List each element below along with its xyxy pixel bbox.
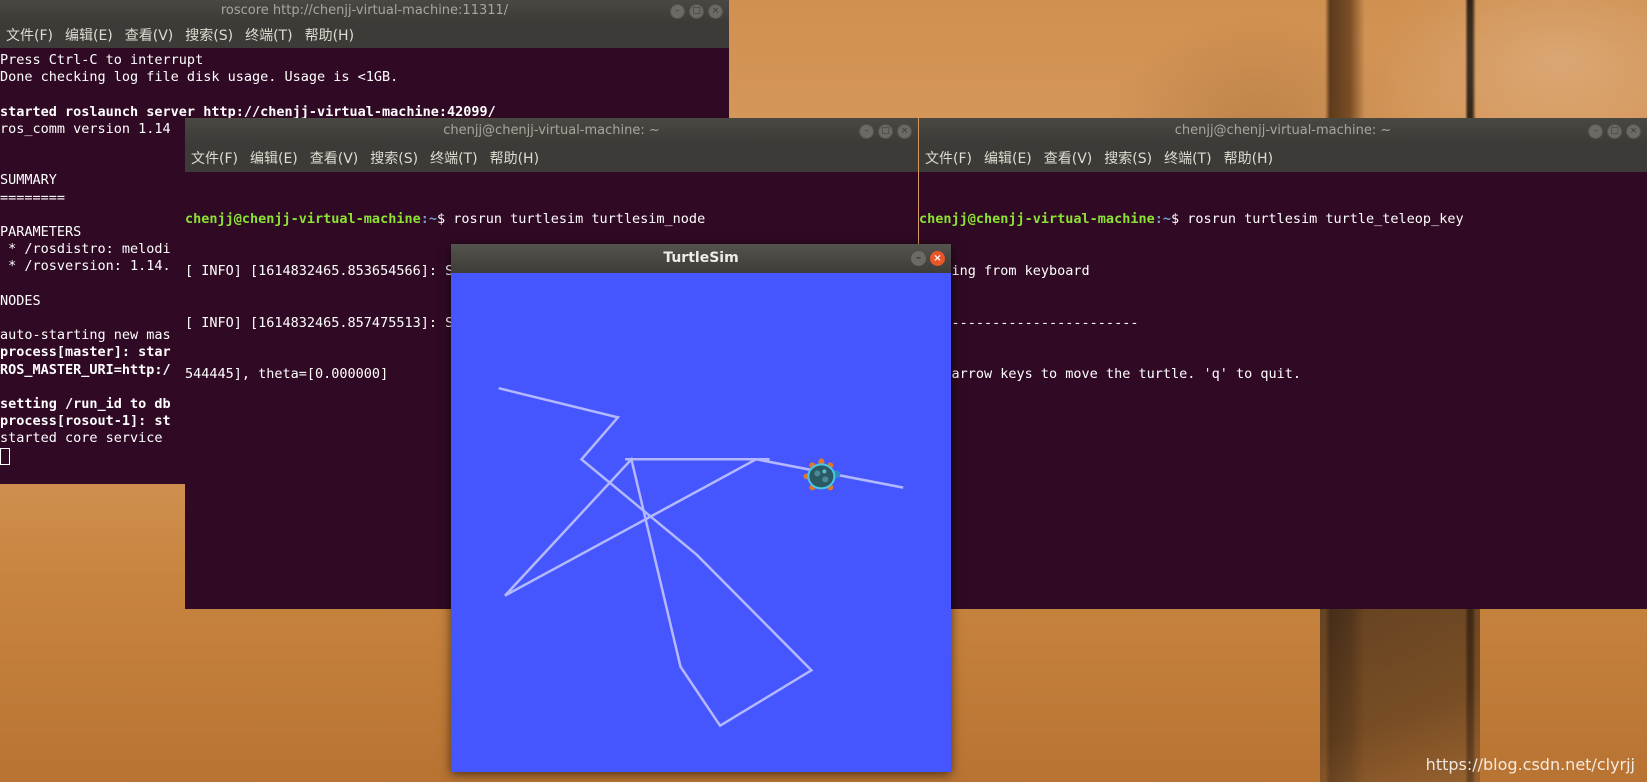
node-menubar: 文件(F) 编辑(E) 查看(V) 搜索(S) 终端(T) 帮助(H) [185, 144, 918, 172]
close-button[interactable]: × [897, 124, 912, 139]
output-line: Use arrow keys to move the turtle. 'q' t… [919, 366, 1302, 383]
node-titlebar[interactable]: chenjj@chenjj-virtual-machine: ~ – □ × [185, 118, 918, 144]
menu-item[interactable]: 文件(F) [0, 25, 59, 45]
maximize-button[interactable]: □ [878, 124, 893, 139]
menu-item[interactable]: 搜索(S) [179, 25, 239, 45]
output-line: --------------------------- [919, 314, 1139, 331]
turtlesim-titlebar[interactable]: TurtleSim – × [451, 244, 951, 273]
menu-item[interactable]: 帮助(H) [484, 148, 545, 168]
menu-item[interactable]: 查看(V) [304, 148, 365, 168]
command-text: rosrun turtlesim turtlesim_node [453, 211, 706, 228]
minimize-button[interactable]: – [1588, 124, 1603, 139]
menu-item[interactable]: 终端(T) [1158, 148, 1217, 168]
menu-item[interactable]: 查看(V) [1038, 148, 1099, 168]
roscore-titlebar[interactable]: roscore http://chenjj-virtual-machine:11… [0, 0, 729, 22]
window-title: chenjj@chenjj-virtual-machine: ~ [1174, 123, 1392, 138]
menu-item[interactable]: 搜索(S) [1098, 148, 1158, 168]
output-line: Reading from keyboard [919, 263, 1090, 280]
menu-item[interactable]: 帮助(H) [1218, 148, 1279, 168]
command-line: chenjj@chenjj-virtual-machine:~$ rosrun … [185, 211, 706, 228]
menu-item[interactable]: 文件(F) [185, 148, 244, 168]
close-button[interactable]: × [930, 251, 945, 266]
maximize-button[interactable]: □ [689, 4, 704, 19]
output-line: Press Ctrl-C to interrupt [0, 52, 204, 68]
turtlesim-canvas [498, 386, 904, 728]
minimize-button[interactable]: – [911, 251, 926, 266]
roscore-menubar: 文件(F) 编辑(E) 查看(V) 搜索(S) 终端(T) 帮助(H) [0, 22, 729, 48]
maximize-button[interactable]: □ [1607, 124, 1622, 139]
minimize-button[interactable]: – [670, 4, 685, 19]
menu-item[interactable]: 编辑(E) [59, 25, 119, 45]
turtle-trail [498, 386, 904, 728]
close-button[interactable]: × [1626, 124, 1641, 139]
window-title: chenjj@chenjj-virtual-machine: ~ [443, 123, 660, 138]
window-title: TurtleSim [663, 250, 739, 266]
menu-item[interactable]: 编辑(E) [244, 148, 304, 168]
menu-item[interactable]: 查看(V) [119, 25, 180, 45]
menu-item[interactable]: 帮助(H) [299, 25, 360, 45]
window-title: roscore http://chenjj-virtual-machine:11… [220, 3, 509, 18]
teleop-menubar: 文件(F) 编辑(E) 查看(V) 搜索(S) 终端(T) 帮助(H) [919, 144, 1647, 172]
command-text: rosrun turtlesim turtle_teleop_key [1187, 211, 1464, 228]
minimize-button[interactable]: – [859, 124, 874, 139]
menu-item[interactable]: 文件(F) [919, 148, 978, 168]
watermark-text: https://blog.csdn.net/clyrjj [1425, 755, 1635, 774]
turtlesim-window[interactable]: TurtleSim – × [451, 244, 951, 772]
menu-item[interactable]: 搜索(S) [364, 148, 424, 168]
menu-item[interactable]: 编辑(E) [978, 148, 1038, 168]
output-line: Done checking log file disk usage. Usage… [0, 69, 399, 86]
teleop-titlebar[interactable]: chenjj@chenjj-virtual-machine: ~ – □ × [919, 118, 1647, 144]
menu-item[interactable]: 终端(T) [424, 148, 483, 168]
close-button[interactable]: × [708, 4, 723, 19]
text-cursor [0, 447, 10, 465]
menu-item[interactable]: 终端(T) [239, 25, 298, 45]
command-line: chenjj@chenjj-virtual-machine:~$ rosrun … [919, 211, 1464, 228]
turtle-icon [803, 458, 841, 491]
teleop-terminal-window[interactable]: chenjj@chenjj-virtual-machine: ~ – □ × 文… [919, 118, 1647, 609]
teleop-terminal-output[interactable]: chenjj@chenjj-virtual-machine:~$ rosrun … [919, 177, 1647, 609]
